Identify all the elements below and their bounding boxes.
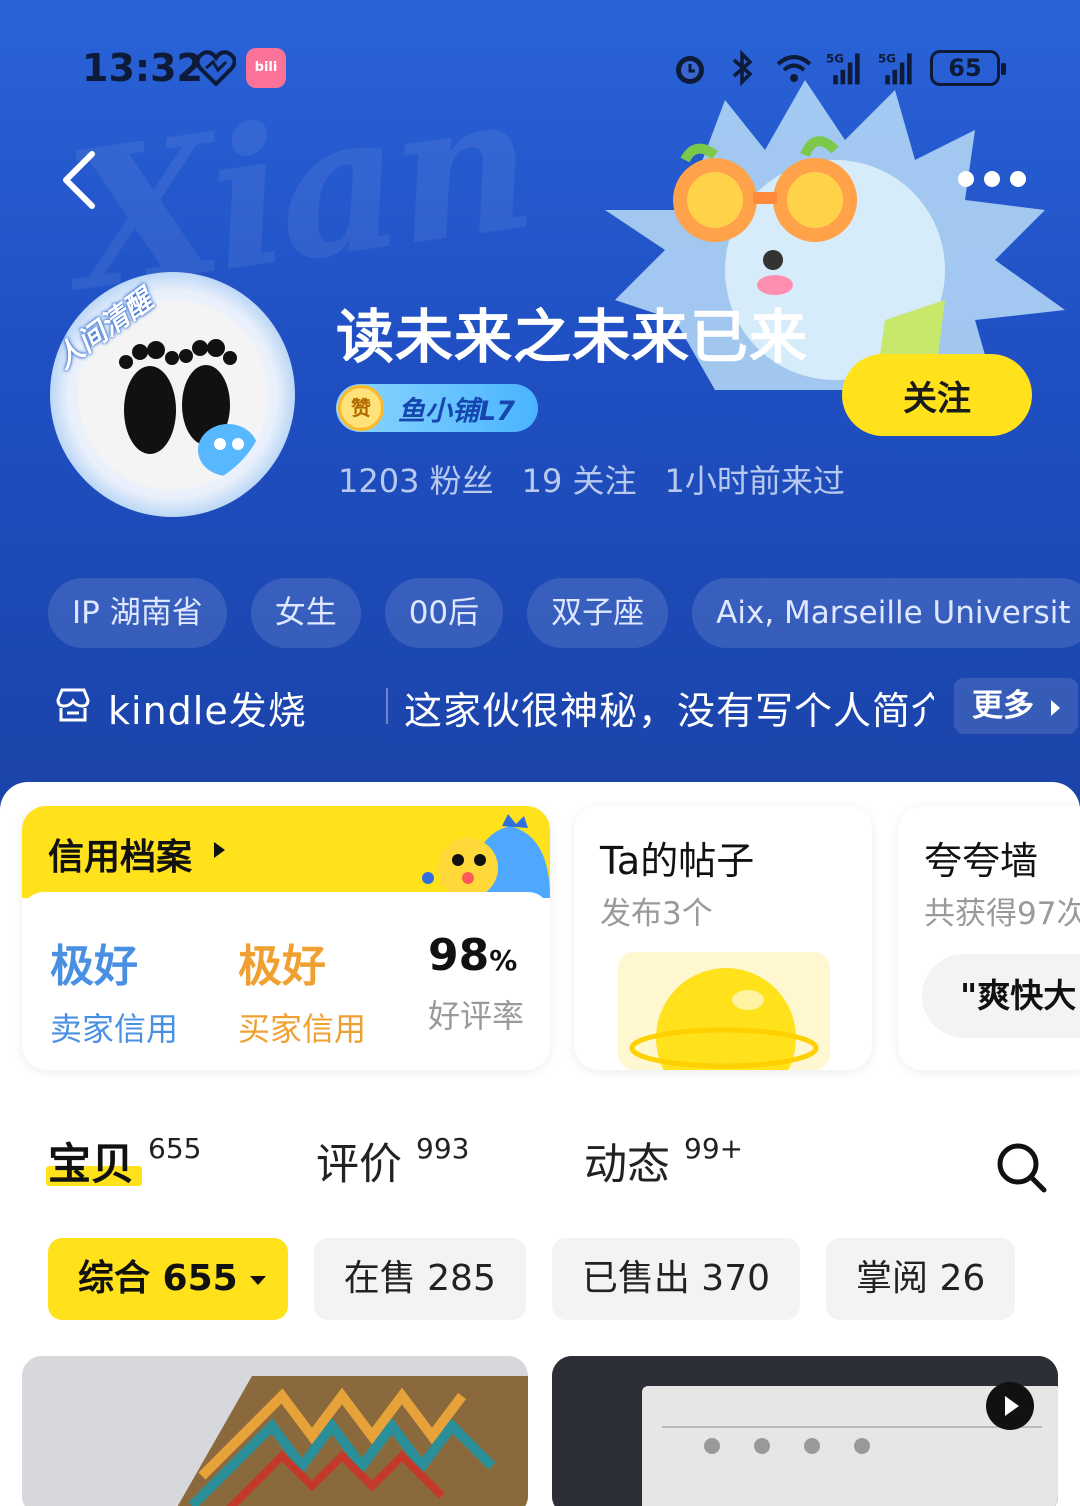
- profile-tabs: 宝贝 655 评价 993 动态 99+: [0, 1130, 1080, 1200]
- follow-button[interactable]: 关注: [842, 354, 1032, 436]
- following-count[interactable]: 19 关注: [522, 456, 637, 502]
- bio-more-label: 更多: [972, 688, 1034, 724]
- svg-text:5G: 5G: [878, 52, 896, 66]
- bio-more-button[interactable]: 更多: [954, 678, 1078, 734]
- seller-credit-value: 极好: [50, 941, 138, 992]
- caret-right-icon: [1050, 699, 1060, 716]
- play-video-icon[interactable]: [986, 1382, 1034, 1430]
- bio-row[interactable]: kindle发烧 这家伙很神秘，没有写个人简介 更多: [52, 676, 1080, 736]
- filter-all-label: 综合 655: [78, 1258, 238, 1299]
- dot-icon: [1010, 171, 1026, 187]
- avatar-badge: 人间清醒: [48, 282, 159, 376]
- status-bar: 13:32 bili 5G 5G 65: [0, 40, 1080, 100]
- filter-on-sale[interactable]: 在售 285: [313, 1238, 526, 1320]
- more-options-button[interactable]: [958, 162, 1034, 196]
- percent-sign: %: [489, 944, 518, 977]
- posts-title: Ta的帖子: [600, 839, 755, 883]
- seller-credit: 极好 卖家信用: [50, 930, 178, 1050]
- planet-icon: [618, 952, 830, 1070]
- ereader-cover-image: [22, 1356, 528, 1506]
- bio-description: 这家伙很神秘，没有写个人简介: [404, 689, 934, 733]
- item-thumbnail[interactable]: [552, 1356, 1058, 1506]
- status-time: 13:32: [82, 46, 203, 90]
- bluetooth-icon: [732, 49, 753, 87]
- dot-icon: [984, 171, 1000, 187]
- bio-main-text: kindle发烧: [108, 689, 307, 733]
- profile-header: Xian 13:32 bili 5G 5G 65 人间清醒 读未来之未来已来 赞…: [0, 0, 1080, 820]
- praise-wall-card[interactable]: 夸夸墙 共获得97次 "爽快大: [898, 806, 1080, 1070]
- item-thumbnail[interactable]: [22, 1356, 528, 1506]
- store-icon: [56, 688, 90, 722]
- filter-sold[interactable]: 已售出 370: [551, 1238, 801, 1320]
- tab-items-label: 宝贝: [48, 1140, 134, 1190]
- posts-card[interactable]: Ta的帖子 发布3个: [574, 806, 872, 1070]
- health-heart-icon: [196, 50, 236, 86]
- buyer-credit: 极好 买家信用: [238, 930, 366, 1050]
- tab-activity-count: 99+: [684, 1132, 744, 1165]
- credit-title: 信用档案: [48, 837, 193, 878]
- fish-mascot-icon: [422, 814, 550, 898]
- last-active: 1小时前来过: [664, 462, 845, 500]
- signal-5g-icon-2: 5G: [878, 52, 912, 85]
- wifi-icon: [776, 55, 812, 82]
- filter-ireader[interactable]: 掌阅 26: [826, 1238, 1016, 1320]
- praise-quote: "爽快大: [922, 954, 1080, 1038]
- profile-tags: IP 湖南省 女生 00后 双子座 Aix, Marseille Univers…: [48, 578, 1080, 648]
- buyer-credit-label: 买家信用: [238, 1010, 367, 1048]
- divider: [386, 688, 388, 724]
- status-icons: 5G 5G 65: [670, 46, 1006, 90]
- tab-activity[interactable]: 动态 99+: [584, 1130, 743, 1192]
- svg-text:5G: 5G: [826, 52, 844, 66]
- alarm-icon: [676, 56, 704, 84]
- back-arrow-icon[interactable]: [56, 148, 106, 212]
- tag-ip-location: IP 湖南省: [48, 578, 227, 648]
- praise-title: 夸夸墙: [924, 839, 1039, 883]
- tag-age-group: 00后: [384, 578, 504, 648]
- positive-rate-label: 好评率: [428, 997, 525, 1035]
- credit-card[interactable]: 信用档案 极好 卖家信用 极好 买家信用 98% 好评率: [22, 806, 550, 1070]
- tag-gender: 女生: [250, 578, 361, 648]
- tag-zodiac: 双子座: [527, 578, 669, 648]
- like-badge-icon: 赞: [338, 385, 384, 431]
- level-badge[interactable]: 赞 鱼小铺L7: [336, 384, 538, 432]
- positive-rate: 98% 好评率: [428, 930, 524, 1037]
- buyer-credit-value: 极好: [238, 941, 326, 992]
- tag-school: Aix, Marseille Universit: [692, 578, 1080, 648]
- tab-reviews[interactable]: 评价 993: [316, 1130, 469, 1192]
- credit-card-body: 极好 卖家信用 极好 买家信用 98% 好评率: [22, 892, 550, 1070]
- tab-reviews-count: 993: [416, 1132, 470, 1165]
- seller-credit-label: 卖家信用: [50, 1010, 179, 1048]
- positive-rate-value: 98: [428, 930, 490, 981]
- tab-items[interactable]: 宝贝 655: [46, 1130, 201, 1192]
- signal-5g-icon: 5G: [826, 52, 860, 85]
- profile-stats: 1203 粉丝 19 关注 1小时前来过: [338, 456, 845, 502]
- tab-activity-label: 动态: [584, 1140, 670, 1190]
- tab-items-count: 655: [148, 1132, 202, 1165]
- followers-count[interactable]: 1203 粉丝: [338, 456, 494, 502]
- dot-icon: [958, 171, 974, 187]
- praise-subtitle: 共获得97次: [924, 896, 1080, 932]
- avatar[interactable]: 人间清醒: [40, 262, 305, 522]
- ereader-screen-image: [552, 1356, 1058, 1506]
- search-icon[interactable]: [994, 1140, 1048, 1194]
- posts-subtitle: 发布3个: [600, 896, 713, 932]
- bilibili-app-icon: bili: [246, 48, 286, 88]
- tab-reviews-label: 评价: [316, 1140, 402, 1190]
- level-label: 鱼小铺L7: [398, 395, 515, 427]
- filter-all[interactable]: 综合 655: [48, 1238, 288, 1320]
- item-filters: 综合 655 在售 285 已售出 370 掌阅 26: [48, 1238, 1016, 1320]
- caret-down-icon: [249, 1275, 266, 1285]
- nickname: 读未来之未来已来: [336, 303, 809, 371]
- caret-right-icon: [214, 842, 225, 858]
- battery-indicator: 65: [930, 50, 1006, 86]
